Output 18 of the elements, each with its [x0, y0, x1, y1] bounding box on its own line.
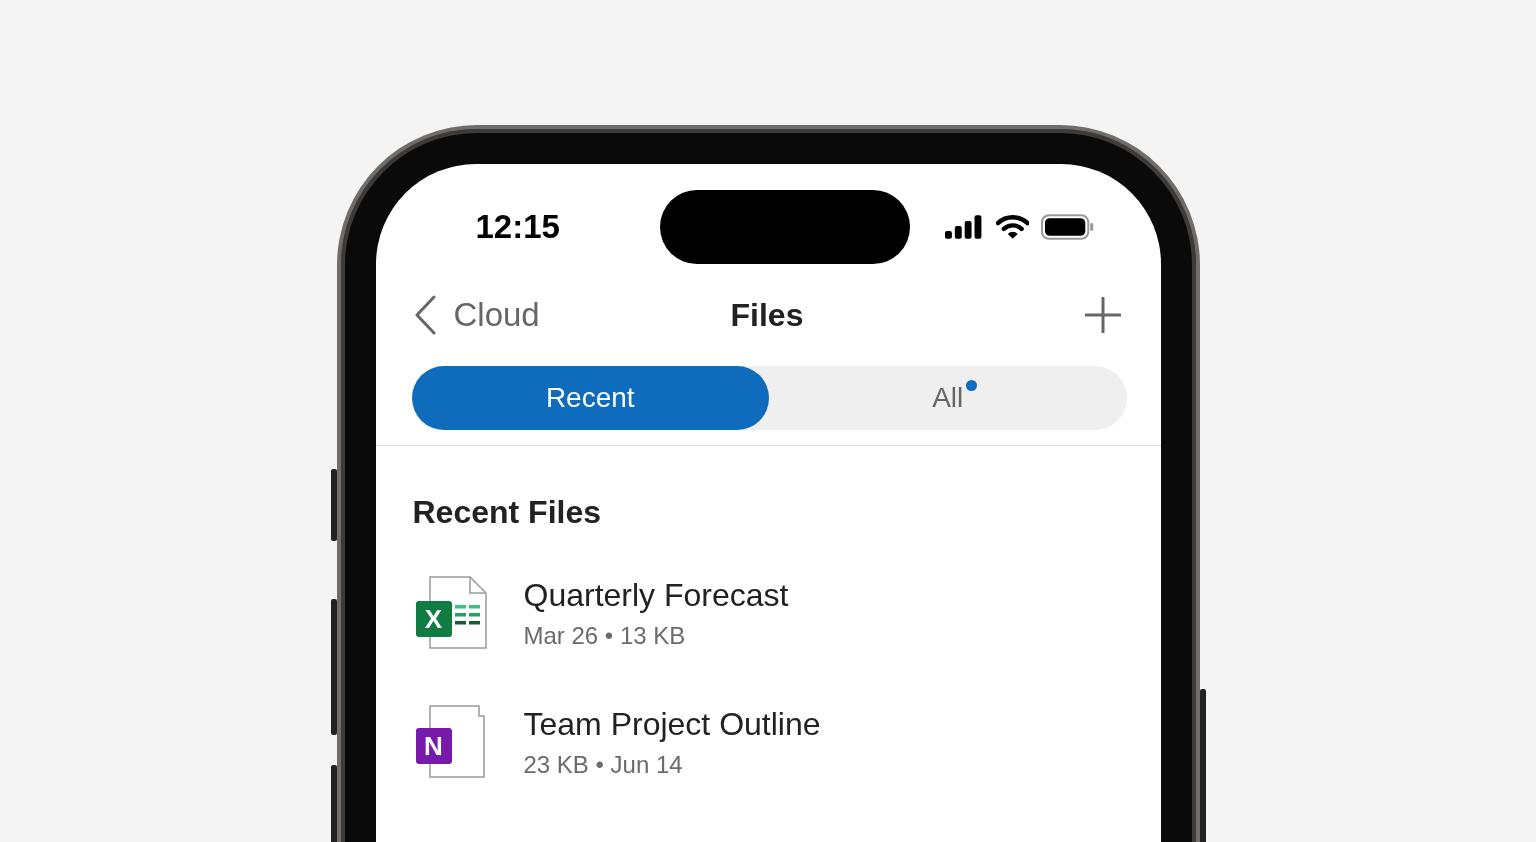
app-badge: N: [415, 728, 452, 764]
file-name[interactable]: Team Project Outline: [523, 705, 821, 743]
section-title: Recent Files: [411, 493, 602, 531]
file-meta: 23 KB • Jun 14: [523, 750, 684, 779]
tab[interactable]: Recent: [411, 366, 769, 430]
app-badge: X: [415, 601, 452, 637]
status-time: 12:15: [475, 208, 561, 246]
file-meta: Mar 26 • 13 KB: [523, 621, 687, 650]
chevron-left-icon: [413, 295, 436, 335]
battery-icon: [1041, 214, 1095, 240]
signal-icon: [944, 215, 984, 239]
add-button[interactable]: [1084, 297, 1121, 333]
back-button[interactable]: Cloud: [413, 295, 540, 335]
page-title: Files: [730, 296, 804, 334]
plus-icon: [1084, 297, 1121, 333]
file-name[interactable]: Quarterly Forecast: [523, 576, 789, 614]
wifi-icon: [995, 215, 1030, 239]
tab[interactable]: All: [769, 366, 1127, 430]
